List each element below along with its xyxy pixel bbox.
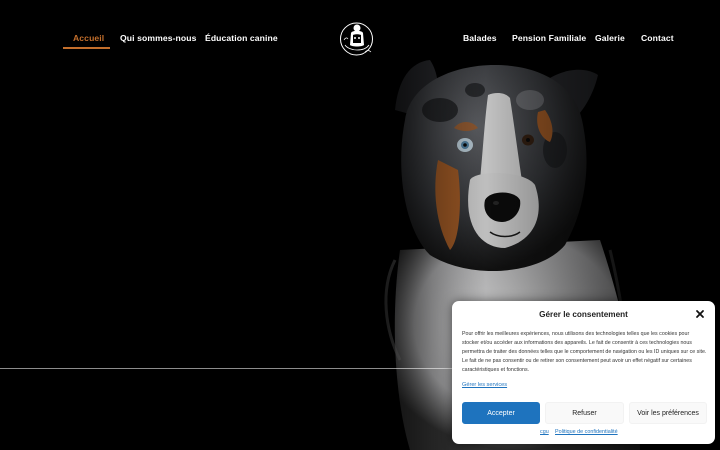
hero-divider-line: [0, 368, 470, 369]
privacy-policy-link[interactable]: Politique de confidentialité: [555, 429, 618, 435]
nav-item-contact[interactable]: Contact: [641, 33, 674, 43]
accept-button[interactable]: Accepter: [462, 402, 540, 424]
cookie-consent-dialog: Gérer le consentement Pour offrir les me…: [452, 301, 715, 444]
nav-active-underline: [63, 47, 110, 49]
site-logo[interactable]: [338, 19, 375, 57]
close-icon[interactable]: [694, 308, 706, 320]
cgu-link[interactable]: cgu: [540, 429, 549, 435]
main-navigation: Accueil Qui sommes-nous Éducation canine…: [0, 0, 720, 80]
view-preferences-button[interactable]: Voir les préférences: [629, 402, 707, 424]
consent-title: Gérer le consentement: [539, 310, 628, 319]
consent-description: Pour offrir les meilleures expériences, …: [462, 331, 707, 374]
deny-button[interactable]: Refuser: [545, 402, 624, 424]
nav-item-balades[interactable]: Balades: [463, 33, 497, 43]
nav-item-accueil[interactable]: Accueil: [73, 33, 104, 43]
nav-item-galerie[interactable]: Galerie: [595, 33, 625, 43]
nav-item-education-canine[interactable]: Éducation canine: [205, 33, 278, 43]
nav-item-qui-sommes-nous[interactable]: Qui sommes-nous: [120, 33, 196, 43]
nav-item-pension-familiale[interactable]: Pension Familiale: [512, 33, 586, 43]
manage-services-link[interactable]: Gérer les services: [462, 382, 507, 388]
